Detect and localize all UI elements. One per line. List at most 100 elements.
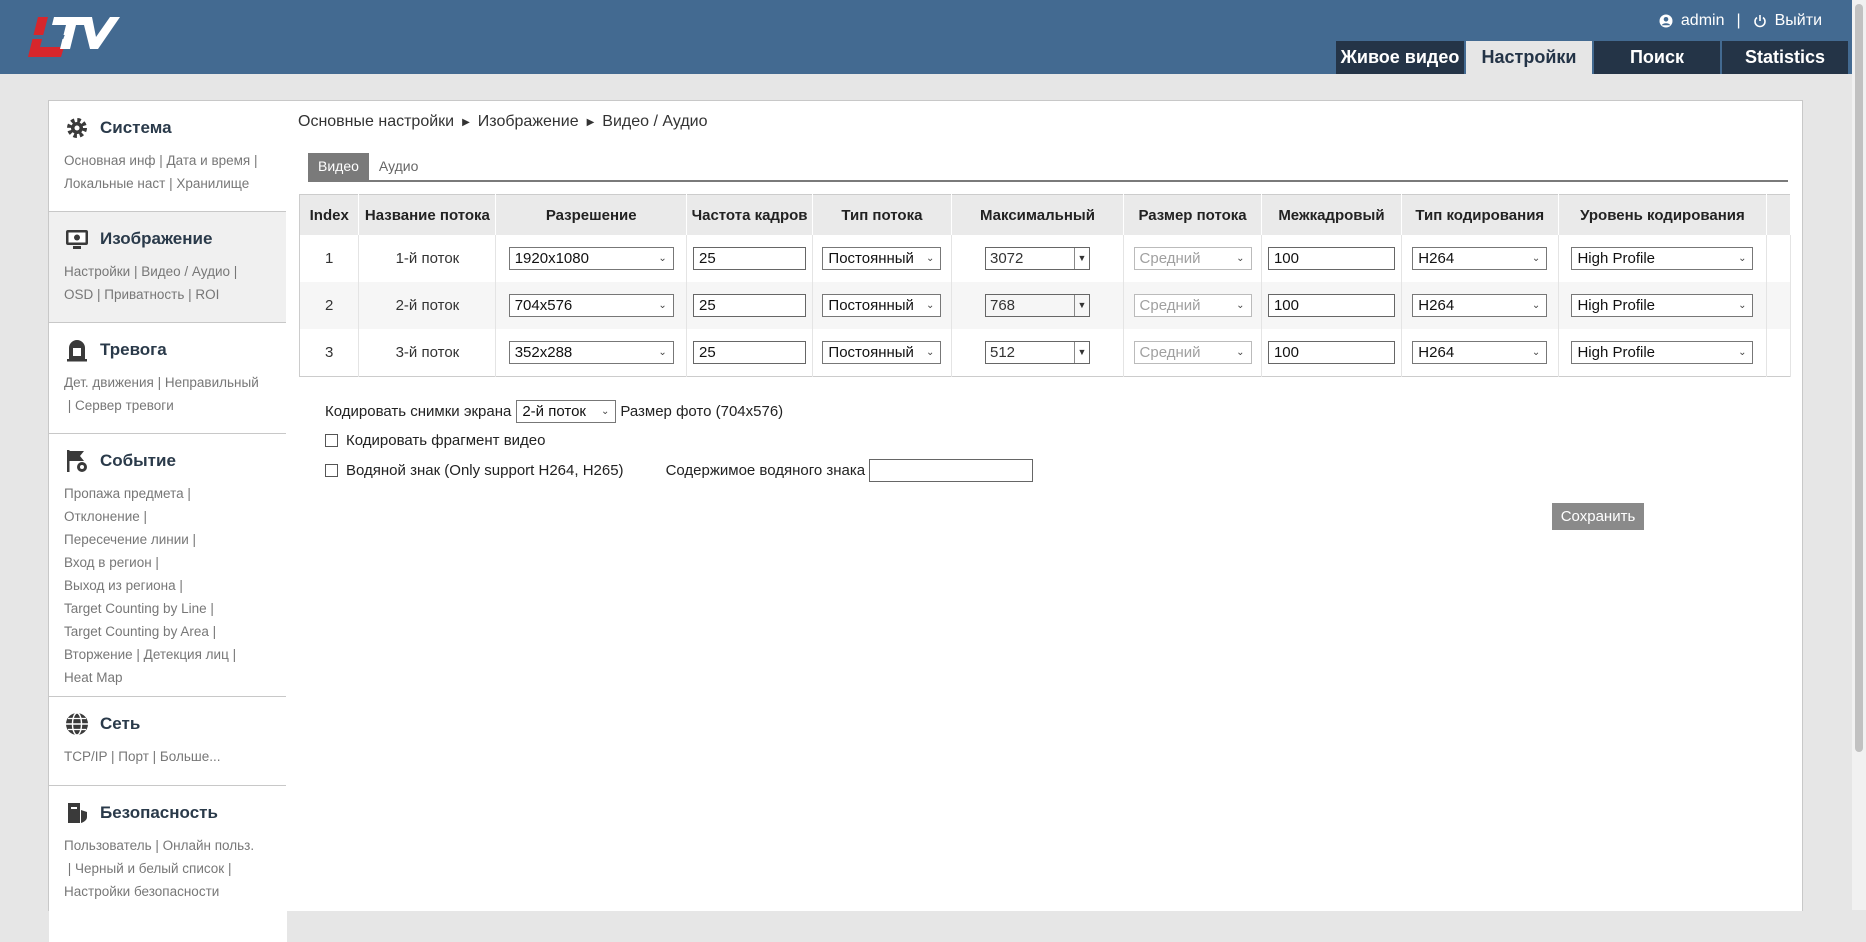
nav-tab-settings[interactable]: Настройки xyxy=(1466,41,1592,74)
codec-select[interactable]: H264 ⌄ xyxy=(1412,341,1548,364)
sidebar-link-object-missing[interactable]: Пропажа предмета xyxy=(64,486,184,501)
sidebar-link-motion[interactable]: Дет. движения xyxy=(64,375,154,390)
chevron-down-icon[interactable]: ▼ xyxy=(1073,295,1089,316)
column-header: Index xyxy=(299,194,360,235)
resolution-select[interactable]: 1920x1080 ⌄ xyxy=(508,247,674,270)
codec-select[interactable]: H264 ⌄ xyxy=(1412,294,1548,317)
chevron-right-icon: ▶ xyxy=(462,116,470,128)
logout-link[interactable]: Выйти xyxy=(1775,12,1822,30)
iframe-interval-input[interactable]: 100 xyxy=(1267,294,1395,317)
sidebar-link-line-crossing[interactable]: Пересечение линии xyxy=(64,532,189,547)
chevron-right-icon: ▶ xyxy=(586,116,595,128)
sidebar-title-network[interactable]: Сеть xyxy=(64,711,277,737)
snapshot-stream-select[interactable]: 2-й поток ⌄ xyxy=(516,400,617,423)
sidebar-title-security[interactable]: Безопасность xyxy=(64,800,277,826)
scrollbar-thumb[interactable] xyxy=(1855,4,1863,752)
save-button[interactable]: Сохранить xyxy=(1552,503,1644,530)
power-icon[interactable] xyxy=(1753,14,1767,28)
sidebar-link-region-exit[interactable]: Выход из региона xyxy=(64,578,176,593)
max-bitrate-combo[interactable]: 512 ▼ xyxy=(984,341,1090,364)
breadcrumb: Основные настройки ▶ Изображение ▶ Видео… xyxy=(298,113,708,131)
sidebar-link-more[interactable]: Больше... xyxy=(160,749,221,764)
column-header: Уровень кодирования xyxy=(1558,194,1768,235)
sidebar-link-security-settings[interactable]: Настройки безопасности xyxy=(64,884,219,899)
sidebar-section-security: Безопасность Пользователь | Онлайн польз… xyxy=(49,786,287,942)
stream-type-select[interactable]: Постоянный ⌄ xyxy=(822,341,942,364)
sidebar-title-image[interactable]: Изображение xyxy=(64,226,277,252)
page-scrollbar[interactable] xyxy=(1852,0,1866,910)
stream-name: 3-й поток xyxy=(358,329,497,377)
sidebar-title-system[interactable]: Система xyxy=(64,115,277,141)
sidebar-link-privacy[interactable]: Приватность xyxy=(104,287,184,302)
codec-select[interactable]: H264 ⌄ xyxy=(1412,247,1548,270)
row-spacer xyxy=(1766,329,1791,377)
iframe-interval-input[interactable]: 100 xyxy=(1267,341,1395,364)
resolution-select[interactable]: 352x288 ⌄ xyxy=(508,341,674,364)
profile-select[interactable]: High Profile ⌄ xyxy=(1571,341,1754,364)
fps-input[interactable]: 25 xyxy=(693,247,807,270)
sidebar-title-alarm[interactable]: Тревога xyxy=(64,337,277,363)
username[interactable]: admin xyxy=(1681,12,1725,30)
chevron-down-icon[interactable]: ▼ xyxy=(1073,342,1089,363)
sidebar-link-date-time[interactable]: Дата и время xyxy=(167,153,251,168)
encode-fragment-checkbox[interactable] xyxy=(325,434,338,447)
encode-fragment-row: Кодировать фрагмент видео xyxy=(325,432,546,449)
sidebar-title-event[interactable]: Событие xyxy=(64,448,277,474)
chevron-down-icon[interactable]: ▼ xyxy=(1073,248,1089,269)
sidebar-link-deviation[interactable]: Отклонение xyxy=(64,509,140,524)
select-value: 2-й поток xyxy=(522,403,586,420)
sidebar-link-target-line[interactable]: Target Counting by Line xyxy=(64,601,207,616)
tab-audio[interactable]: Аудио xyxy=(369,153,429,180)
select-value: Постоянный xyxy=(828,297,914,314)
watermark-checkbox[interactable] xyxy=(325,464,338,477)
combo-value[interactable]: 3072 xyxy=(986,248,1074,269)
sidebar-link-online-users[interactable]: Онлайн польз. xyxy=(163,838,254,853)
profile-select[interactable]: High Profile ⌄ xyxy=(1571,247,1754,270)
nav-tab-live[interactable]: Живое видео xyxy=(1336,41,1464,74)
fps-input[interactable]: 25 xyxy=(693,294,807,317)
sidebar-link-video-audio[interactable]: Видео / Аудио xyxy=(141,264,230,279)
sidebar-link-face-detection[interactable]: Детекция лиц xyxy=(144,647,229,662)
watermark-content-input[interactable] xyxy=(869,459,1034,482)
combo-value[interactable]: 512 xyxy=(986,342,1074,363)
stream-type-select[interactable]: Постоянный ⌄ xyxy=(822,294,942,317)
stream-size-select: Средний ⌄ xyxy=(1133,247,1252,270)
stream-index: 2 xyxy=(299,282,360,329)
sidebar-link-user[interactable]: Пользователь xyxy=(64,838,152,853)
tab-video[interactable]: Видео xyxy=(308,153,369,180)
chevron-down-icon: ⌄ xyxy=(658,300,667,311)
stream-size-select: Средний ⌄ xyxy=(1133,341,1252,364)
sidebar-link-abnormal[interactable]: Неправильный xyxy=(165,375,259,390)
sidebar-link-target-area[interactable]: Target Counting by Area xyxy=(64,624,209,639)
sidebar-link-region-entrance[interactable]: Вход в регион xyxy=(64,555,152,570)
sidebar-link-roi[interactable]: ROI xyxy=(195,287,219,302)
sidebar-link-tcpip[interactable]: TCP/IP xyxy=(64,749,107,764)
max-bitrate-combo[interactable]: 3072 ▼ xyxy=(984,247,1090,270)
sidebar-link-intrusion[interactable]: Вторжение xyxy=(64,647,133,662)
iframe-interval-input[interactable]: 100 xyxy=(1267,247,1395,270)
ltv-logo[interactable] xyxy=(28,15,120,59)
chevron-down-icon: ⌄ xyxy=(1738,253,1747,264)
column-header: Частота кадров xyxy=(686,194,814,235)
nav-tab-statistics[interactable]: Statistics xyxy=(1722,41,1848,74)
sidebar-link-settings[interactable]: Настройки xyxy=(64,264,130,279)
sidebar-link-local[interactable]: Локальные наст xyxy=(64,176,165,191)
sidebar-link-blacklist[interactable]: Черный и белый список xyxy=(75,861,224,876)
resolution-select[interactable]: 704x576 ⌄ xyxy=(508,294,674,317)
max-bitrate-combo[interactable]: 768 ▼ xyxy=(984,294,1090,317)
snapshot-label: Кодировать снимки экрана xyxy=(325,403,512,420)
sidebar-link-alarm-server[interactable]: Сервер тревоги xyxy=(75,398,174,413)
sidebar-link-osd[interactable]: OSD xyxy=(64,287,93,302)
stream-type-select[interactable]: Постоянный ⌄ xyxy=(822,247,942,270)
nav-tab-search[interactable]: Поиск xyxy=(1594,41,1720,74)
profile-select[interactable]: High Profile ⌄ xyxy=(1571,294,1754,317)
combo-value[interactable]: 768 xyxy=(986,295,1074,316)
breadcrumb-item[interactable]: Изображение xyxy=(478,113,579,131)
sidebar-link-port[interactable]: Порт xyxy=(118,749,149,764)
table-row: 3 3-й поток 352x288 ⌄ 25 Постоянный ⌄ 512 ▼… xyxy=(299,329,1791,377)
fps-input[interactable]: 25 xyxy=(693,341,807,364)
sidebar-link-storage[interactable]: Хранилище xyxy=(176,176,249,191)
sidebar-link-basic-info[interactable]: Основная инф xyxy=(64,153,156,168)
sidebar-link-heat-map[interactable]: Heat Map xyxy=(64,670,123,685)
breadcrumb-item[interactable]: Основные настройки xyxy=(298,113,454,131)
